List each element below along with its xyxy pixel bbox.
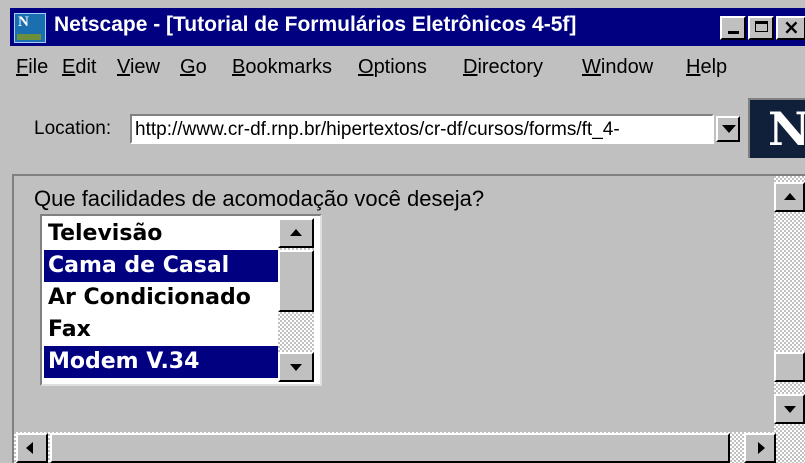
location-bar: Location: http://www.cr-df.rnp.br/hipert…: [10, 94, 805, 164]
close-button[interactable]: ×: [776, 15, 805, 40]
listbox-scroll-down-button[interactable]: [278, 352, 314, 382]
page-scroll-right-button[interactable]: [744, 433, 776, 463]
menu-options[interactable]: Options: [358, 56, 427, 79]
app-icon-letter: N: [18, 14, 29, 30]
arrow-up-icon: [784, 193, 796, 200]
menu-bookmarks[interactable]: Bookmarks: [232, 56, 332, 79]
location-url[interactable]: http://www.cr-df.rnp.br/hipertextos/cr-d…: [135, 119, 710, 141]
page-hscroll-thumb[interactable]: [50, 433, 730, 463]
listbox-options: Televisão Cama de Casal Ar Condicionado …: [44, 218, 278, 382]
page-scroll-left-button[interactable]: [16, 433, 48, 463]
list-option-televisao[interactable]: Televisão: [44, 218, 278, 250]
page-scroll-down-button[interactable]: [774, 394, 805, 424]
location-dropdown-button[interactable]: [716, 116, 740, 142]
page-vertical-scrollbar[interactable]: [774, 176, 805, 432]
menu-window[interactable]: Window: [582, 56, 653, 79]
arrow-down-icon: [290, 364, 302, 371]
form-question: Que facilidades de acomodação você desej…: [34, 186, 485, 211]
netscape-logo[interactable]: N: [748, 98, 805, 158]
arrow-right-icon: [758, 442, 765, 454]
minimize-button[interactable]: [720, 16, 746, 40]
list-option-modem-v34[interactable]: Modem V.34: [44, 346, 278, 378]
browser-window: N Netscape - [Tutorial de Formulários El…: [0, 0, 805, 463]
list-option-fax[interactable]: Fax: [44, 314, 278, 346]
page-scroll-up-button[interactable]: [774, 182, 805, 212]
accommodation-listbox[interactable]: Televisão Cama de Casal Ar Condicionado …: [40, 214, 322, 386]
listbox-scrollbar[interactable]: [278, 218, 314, 382]
arrow-left-icon: [26, 442, 33, 454]
menu-help[interactable]: Help: [686, 56, 727, 79]
location-input[interactable]: http://www.cr-df.rnp.br/hipertextos/cr-d…: [130, 114, 714, 144]
arrow-down-icon: [784, 406, 796, 413]
listbox-scroll-up-button[interactable]: [278, 218, 314, 248]
list-option-ar-condicionado[interactable]: Ar Condicionado: [44, 282, 278, 314]
minimize-icon: [728, 31, 739, 34]
title-bar[interactable]: N Netscape - [Tutorial de Formulários El…: [10, 8, 805, 46]
window-title: Netscape - [Tutorial de Formulários Elet…: [54, 13, 577, 36]
arrow-up-icon: [290, 229, 302, 236]
menu-view[interactable]: View: [117, 56, 160, 79]
close-icon: ×: [783, 15, 800, 39]
app-icon-base: [17, 34, 41, 40]
maximize-icon: [755, 21, 768, 32]
menu-bar: File Edit View Go Bookmarks Options Dire…: [10, 50, 805, 84]
page-content: Que facilidades de acomodação você desej…: [12, 174, 805, 463]
chevron-down-icon: [722, 125, 736, 133]
menu-go[interactable]: Go: [180, 56, 207, 79]
location-label: Location:: [34, 118, 112, 139]
page-horizontal-scrollbar[interactable]: [14, 432, 805, 463]
list-option-cama-de-casal[interactable]: Cama de Casal: [44, 250, 278, 282]
maximize-button[interactable]: [748, 16, 774, 40]
logo-letter: N: [768, 102, 805, 156]
netscape-app-icon[interactable]: N: [14, 13, 46, 43]
listbox-scroll-thumb[interactable]: [278, 250, 314, 312]
menu-directory[interactable]: Directory: [463, 56, 543, 79]
menu-edit[interactable]: Edit: [62, 56, 96, 79]
page-scroll-thumb[interactable]: [774, 352, 805, 382]
menu-file[interactable]: File: [16, 56, 48, 79]
